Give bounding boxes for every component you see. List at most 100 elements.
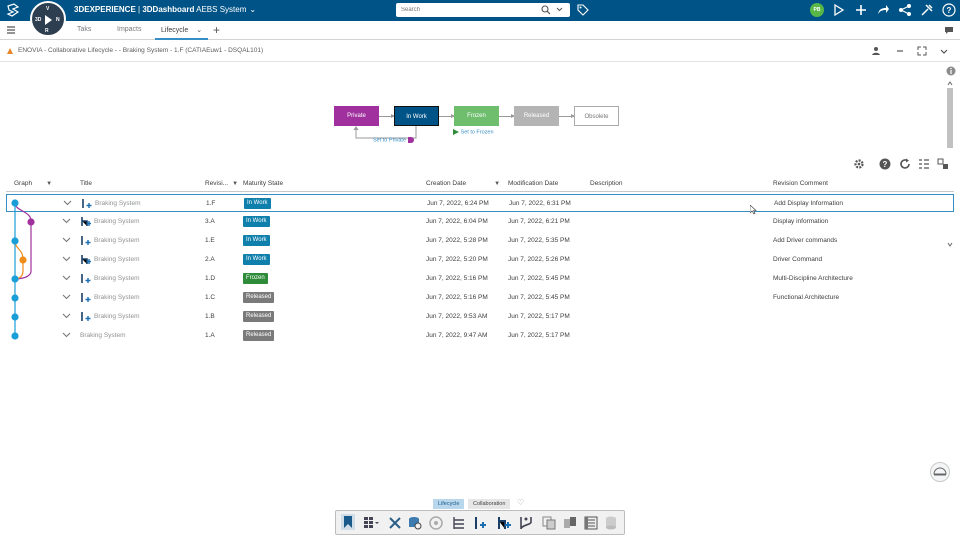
state-private[interactable]: Private (334, 106, 379, 126)
table-row[interactable]: Braking System 2.A In Work Jun 7, 2022, 5:2… (6, 251, 954, 269)
col-creation-date[interactable]: Creation Date ▼ (426, 180, 500, 187)
fullscreen-icon[interactable] (917, 46, 927, 56)
set-to-private-link[interactable]: Set to Private (373, 137, 414, 143)
row-title[interactable]: Braking System (94, 256, 140, 263)
row-title[interactable]: Braking System (94, 275, 140, 282)
user-settings-icon[interactable] (872, 46, 882, 56)
set-to-frozen-link[interactable]: Set to Frozen (453, 129, 494, 135)
col-description[interactable]: Description (590, 180, 623, 187)
status-badge[interactable]: Released (243, 330, 275, 341)
status-badge[interactable]: In Work (244, 198, 271, 209)
table-row[interactable]: Braking System 1.C Released Jun 7, 2022, 5:… (6, 289, 954, 307)
help-icon[interactable]: ? (879, 158, 891, 170)
table-row[interactable]: Braking System 1.F In Work Jun 7, 2022, 6:2… (6, 194, 954, 212)
col-maturity[interactable]: Maturity State (243, 180, 283, 187)
play-icon[interactable] (45, 15, 52, 25)
col-revision-comment[interactable]: Revision Comment (773, 180, 828, 187)
gear-icon[interactable] (853, 158, 865, 170)
search-icon[interactable] (541, 5, 551, 15)
chevron-down-icon[interactable]: ⌄ (249, 5, 256, 14)
col-graph[interactable]: Graph ▼ (14, 180, 52, 187)
brand-title[interactable]: 3DEXPERIENCE | 3DDashboard AEBS System ⌄ (74, 5, 256, 14)
table-row[interactable]: Braking System 1.D Frozen Jun 7, 2022, 5:16… (6, 270, 954, 288)
tab-taks[interactable]: Taks (77, 26, 91, 33)
tab-lifecycle-bottom[interactable]: Lifecycle (433, 499, 465, 509)
chevron-down-icon[interactable] (62, 217, 71, 225)
chevron-down-icon[interactable] (939, 46, 949, 56)
table-row[interactable]: Braking System 3.A In Work Jun 7, 2022, 6:0… (6, 213, 954, 231)
chevron-down-icon[interactable] (62, 293, 71, 301)
info-icon[interactable] (946, 66, 956, 76)
chevron-down-icon[interactable] (62, 255, 71, 263)
chevron-down-icon[interactable] (62, 312, 71, 320)
document-list-icon[interactable] (584, 516, 598, 530)
graph-node[interactable] (11, 199, 19, 207)
table-row[interactable]: Braking System 1.A Released Jun 7, 2022, 9:… (6, 327, 954, 345)
filter-icon[interactable]: ▼ (46, 181, 52, 187)
compass-widget[interactable]: V 3D N R (30, 1, 66, 37)
help-icon[interactable]: ? (942, 3, 956, 17)
chat-icon[interactable] (944, 26, 954, 35)
status-badge[interactable]: In Work (243, 235, 270, 246)
merge-icon[interactable] (518, 516, 534, 530)
refresh-icon[interactable] (899, 158, 911, 170)
chevron-down-icon[interactable] (62, 236, 71, 244)
add-icon[interactable] (854, 3, 868, 17)
share-icon[interactable] (876, 3, 890, 17)
tab-collaboration[interactable]: Collaboration (468, 499, 511, 509)
3ds-logo-icon[interactable] (6, 3, 22, 18)
table-row[interactable]: Braking System 1.E In Work Jun 7, 2022, 5:2… (6, 232, 954, 250)
chevron-down-icon[interactable]: ⌄ (196, 27, 202, 34)
tab-impacts[interactable]: Impacts (117, 26, 142, 33)
database-lock-icon[interactable] (408, 516, 422, 530)
chevron-down-icon[interactable] (556, 7, 563, 12)
row-title[interactable]: Braking System (94, 313, 140, 320)
sort-icon[interactable]: ▼ (494, 181, 500, 187)
graph-node[interactable] (27, 218, 35, 226)
graph-node[interactable] (11, 237, 19, 245)
row-title[interactable]: Braking System (94, 294, 140, 301)
search-input[interactable] (396, 3, 526, 17)
share-tag-icon[interactable] (832, 3, 846, 17)
filter-icon[interactable]: ▼ (232, 181, 238, 187)
layout-icon[interactable] (937, 158, 949, 170)
status-badge[interactable]: In Work (243, 216, 270, 227)
tab-lifecycle[interactable]: Lifecycle ⌄ (155, 26, 209, 40)
status-badge[interactable]: Released (243, 311, 275, 322)
branch-list-icon[interactable] (452, 516, 466, 530)
assistant-button[interactable] (930, 462, 950, 482)
row-title[interactable]: Braking System (80, 332, 126, 339)
chevron-down-icon[interactable] (62, 331, 71, 339)
col-modification-date[interactable]: Modification Date (508, 180, 558, 187)
row-title[interactable]: Braking System (94, 237, 140, 244)
status-badge[interactable]: Frozen (243, 273, 268, 284)
row-title[interactable]: Braking System (94, 218, 140, 225)
add-tab-button[interactable]: + (213, 23, 220, 37)
row-title[interactable]: Braking System (95, 200, 141, 207)
tools-icon[interactable] (920, 3, 934, 17)
col-revision[interactable]: Revisi... ▼ (205, 180, 238, 187)
menu-icon[interactable] (6, 25, 16, 35)
new-branch-icon[interactable] (496, 516, 512, 530)
new-revision-icon[interactable] (473, 516, 489, 530)
search-box[interactable] (396, 3, 570, 17)
compare-icon[interactable] (563, 516, 577, 530)
state-in-work[interactable]: In Work (394, 106, 439, 126)
state-frozen[interactable]: Frozen (454, 106, 499, 126)
chevron-down-icon[interactable] (62, 274, 71, 282)
bookmark-icon[interactable] (341, 514, 355, 530)
graph-node[interactable] (11, 275, 19, 283)
graph-node[interactable] (11, 294, 19, 302)
favorite-icon[interactable]: ♡ (517, 498, 524, 507)
copy-structure-icon[interactable] (542, 516, 556, 530)
col-title[interactable]: Title (80, 180, 92, 187)
avatar[interactable]: PB (810, 3, 824, 17)
list-settings-icon[interactable] (918, 158, 930, 170)
close-icon[interactable] (388, 516, 402, 530)
graph-node[interactable] (11, 332, 19, 340)
status-badge[interactable]: In Work (243, 254, 270, 265)
state-released[interactable]: Released (514, 106, 559, 126)
state-obsolete[interactable]: Obsolete (574, 106, 619, 126)
tag-icon[interactable] (577, 4, 589, 16)
chevron-down-icon[interactable] (63, 199, 72, 207)
